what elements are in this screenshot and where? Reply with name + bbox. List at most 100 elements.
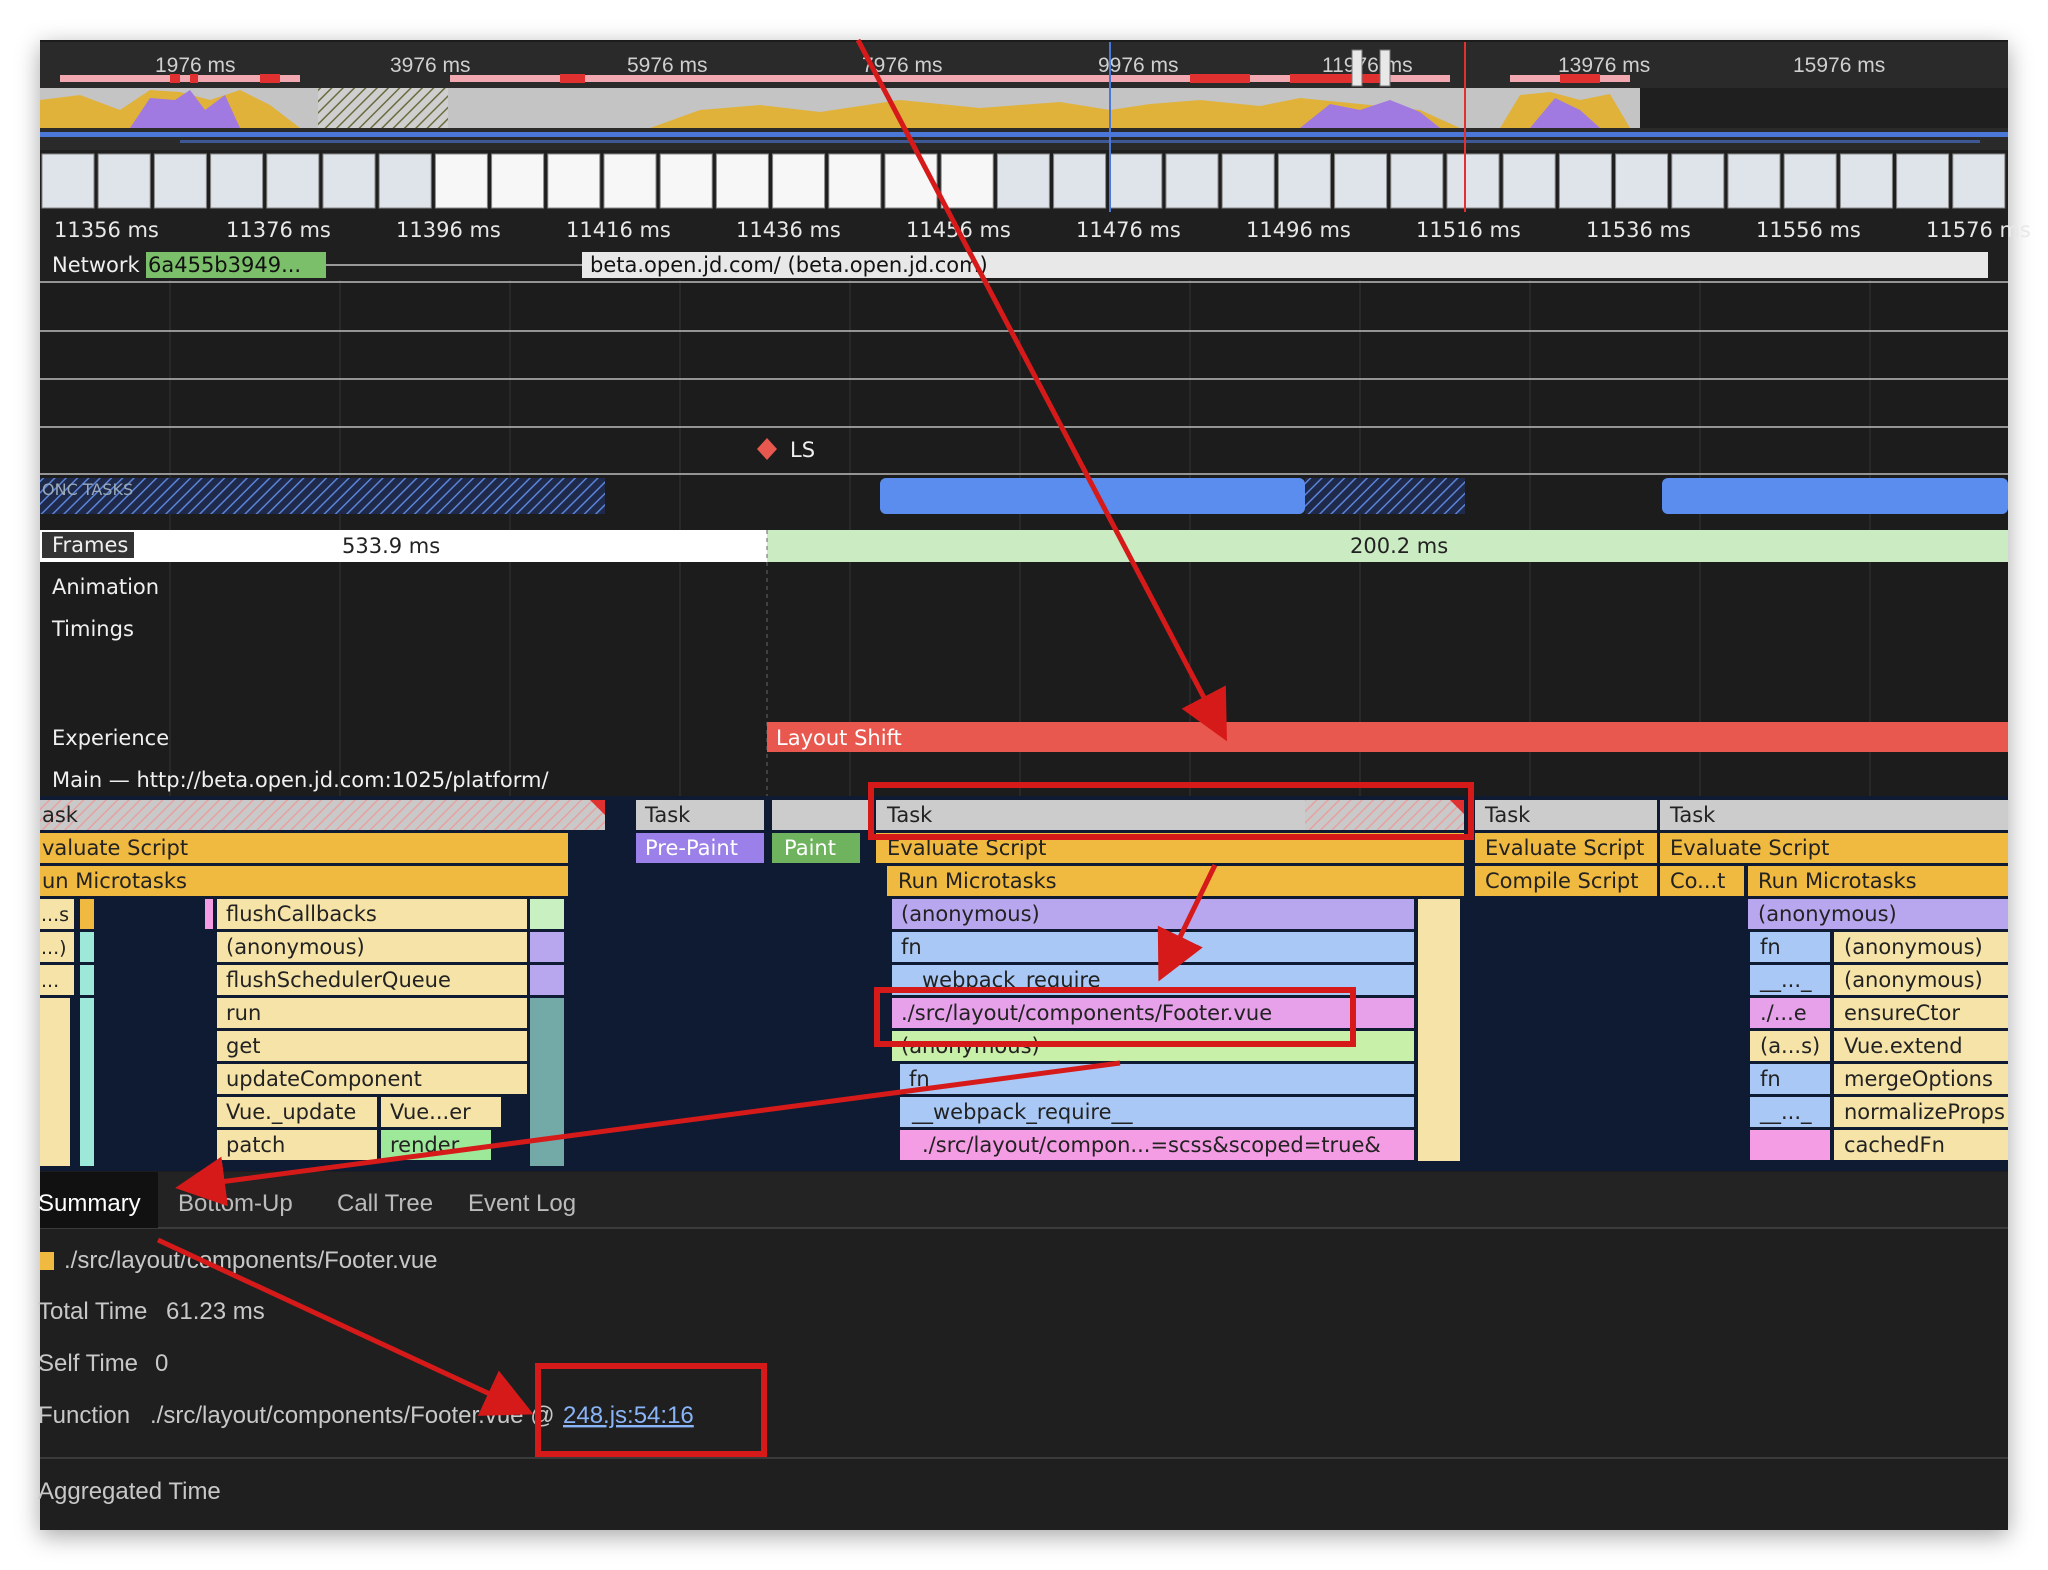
flame-bar[interactable]	[900, 1064, 1414, 1094]
frame-duration: 533.9 ms	[342, 534, 440, 558]
experience-track-label[interactable]: Experience	[52, 726, 169, 750]
flame-label: ensureCtor	[1844, 1001, 1960, 1025]
screenshot-thumbnail[interactable]	[772, 153, 826, 209]
tab-summary[interactable]: Summary	[38, 1190, 141, 1217]
screenshot-thumbnail[interactable]	[491, 153, 545, 209]
screenshot-thumbnail[interactable]	[1727, 153, 1781, 209]
flame-label: Vue...er	[390, 1100, 471, 1124]
async-tasks-track[interactable]: ONC TASKS	[40, 478, 2008, 514]
svg-text:...s: ...s	[41, 904, 69, 926]
screenshot-thumbnail[interactable]	[1502, 153, 1556, 209]
ruler-tick: 11376 ms	[226, 218, 331, 242]
screenshot-thumbnail[interactable]	[1615, 153, 1669, 209]
screenshot-thumbnail[interactable]	[828, 153, 882, 209]
function-value: ./src/layout/components/Footer.vue @	[150, 1402, 555, 1429]
flame-label: fn	[1760, 935, 1781, 959]
flame-label: ./...e	[1760, 1001, 1807, 1025]
self-time-value: 0	[155, 1350, 168, 1377]
selection-handle-left[interactable]	[1351, 49, 1363, 87]
overview-tick: 15976 ms	[1793, 54, 1885, 77]
screenshot-thumbnail[interactable]	[1277, 153, 1331, 209]
source-link[interactable]: 248.js:54:16	[563, 1402, 694, 1429]
flame-bar[interactable]	[217, 1031, 527, 1061]
flame-label: (anonymous)	[226, 935, 365, 959]
frames-label: Frames	[52, 533, 128, 557]
screenshot-thumbnail[interactable]	[322, 153, 376, 209]
screenshot-thumbnail[interactable]	[97, 153, 151, 209]
ruler-tick: 11476 ms	[1076, 218, 1181, 242]
screenshot-thumbnail[interactable]	[1783, 153, 1837, 209]
timeline-overview[interactable]: 1976 ms 3976 ms 5976 ms 7976 ms 9976 ms …	[40, 42, 2008, 212]
flame-label: get	[226, 1034, 260, 1058]
screenshot-thumbnail[interactable]	[603, 153, 657, 209]
flame-bar[interactable]	[892, 932, 1414, 962]
screenshot-filmstrip[interactable]	[40, 150, 2008, 212]
overview-tick: 1976 ms	[155, 54, 236, 77]
screenshot-thumbnail[interactable]	[1053, 153, 1107, 209]
screenshot-thumbnail[interactable]	[1671, 153, 1725, 209]
screenshot-thumbnail[interactable]	[434, 153, 488, 209]
ruler-tick: 11436 ms	[736, 218, 841, 242]
flame-label: __..._	[1759, 968, 1812, 993]
screenshot-thumbnail[interactable]	[1446, 153, 1500, 209]
network-request-label: 6a455b3949...	[148, 253, 301, 277]
screenshot-thumbnail[interactable]	[41, 153, 95, 209]
screenshot-thumbnail[interactable]	[996, 153, 1050, 209]
flame-label: __..._	[1759, 1100, 1812, 1125]
screenshot-thumbnail[interactable]	[884, 153, 938, 209]
screenshot-thumbnail[interactable]	[940, 153, 994, 209]
screenshot-thumbnail[interactable]	[1221, 153, 1275, 209]
screenshot-thumbnail[interactable]	[210, 153, 264, 209]
self-time-label: Self Time	[38, 1350, 138, 1377]
tab-call-tree[interactable]: Call Tree	[337, 1190, 433, 1217]
task-label: Task	[644, 803, 691, 827]
flame-label: ./src/layout/components/Footer.vue	[901, 1001, 1272, 1025]
flame-label: (anonymous)	[1758, 902, 1897, 926]
flame-label: normalizeProps	[1844, 1100, 2005, 1124]
task-label: Task	[1669, 803, 1716, 827]
screenshot-thumbnail[interactable]	[1390, 153, 1444, 209]
main-thread-label[interactable]: Main — http://beta.open.jd.com:1025/plat…	[52, 768, 549, 792]
screenshot-thumbnail[interactable]	[1165, 153, 1219, 209]
task-bar[interactable]	[40, 800, 605, 830]
tab-event-log[interactable]: Event Log	[468, 1190, 576, 1217]
screenshot-thumbnail[interactable]	[1839, 153, 1893, 209]
task-label: ask	[42, 803, 79, 827]
screenshot-thumbnail[interactable]	[266, 153, 320, 209]
screenshot-thumbnail[interactable]	[1109, 153, 1163, 209]
task-label: Task	[886, 803, 933, 827]
screenshot-thumbnail[interactable]	[1558, 153, 1612, 209]
screenshot-thumbnail[interactable]	[547, 153, 601, 209]
screenshot-thumbnail[interactable]	[715, 153, 769, 209]
screenshot-thumbnail[interactable]	[1896, 153, 1950, 209]
ruler-tick: 11396 ms	[396, 218, 501, 242]
screenshot-thumbnail[interactable]	[153, 153, 207, 209]
layout-shift-bar[interactable]: Layout Shift	[767, 722, 2008, 752]
selection-handle-right[interactable]	[1379, 49, 1391, 87]
flame-chart[interactable]: ask valuate Script un Microtasks ...s ..…	[40, 796, 2008, 1171]
flame-label: Evaluate Script	[1670, 836, 1829, 860]
screenshot-thumbnail[interactable]	[659, 153, 713, 209]
flame-label: fn	[901, 935, 922, 959]
network-track[interactable]: Network 6a455b3949... beta.open.jd.com/ …	[40, 248, 2008, 280]
screenshot-thumbnail[interactable]	[378, 153, 432, 209]
flame-label: Paint	[784, 836, 836, 860]
flame-label: Pre-Paint	[645, 836, 738, 860]
tab-bottom-up[interactable]: Bottom-Up	[178, 1190, 293, 1217]
flame-bar[interactable]	[217, 998, 527, 1028]
timings-track-label[interactable]: Timings	[51, 617, 134, 641]
screenshot-thumbnail[interactable]	[1334, 153, 1388, 209]
ls-label: LS	[790, 438, 815, 462]
flame-label: Run Microtasks	[1758, 869, 1917, 893]
flame-small-cells[interactable]: ...s ...) ...	[40, 899, 94, 1166]
screenshot-thumbnail[interactable]	[1952, 153, 2006, 209]
async-label: ONC TASKS	[42, 480, 133, 499]
flame-label: Vue.extend	[1844, 1034, 1963, 1058]
ruler-tick: 11576 ms	[1926, 218, 2031, 242]
flame-label: Compile Script	[1485, 869, 1638, 893]
animation-track-label[interactable]: Animation	[52, 575, 159, 599]
flame-label: updateComponent	[226, 1067, 422, 1091]
overview-tick: 3976 ms	[390, 54, 471, 77]
flame-label: flushCallbacks	[226, 902, 377, 926]
flame-label: Co...t	[1670, 869, 1725, 893]
